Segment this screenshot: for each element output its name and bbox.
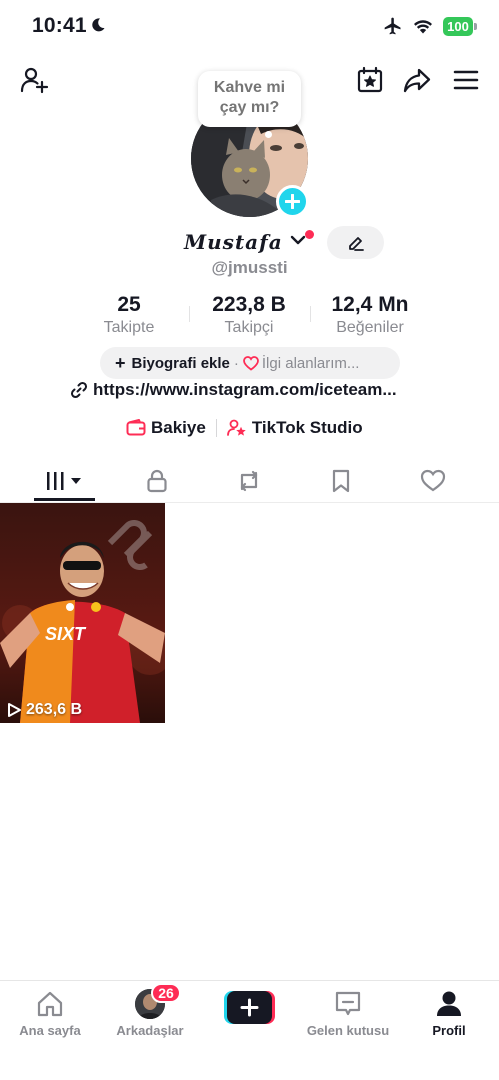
- airplane-icon: [384, 17, 401, 35]
- moon-icon: [92, 18, 105, 32]
- friends-badge: 26: [151, 983, 181, 1003]
- calendar-star-icon: [357, 66, 383, 93]
- status-time: 10:41: [32, 14, 87, 37]
- view-count: 263,6 B: [26, 701, 83, 718]
- play-outline-icon: [8, 703, 21, 717]
- add-avatar-button[interactable]: [276, 185, 309, 218]
- menu-button[interactable]: [450, 64, 482, 96]
- add-friend-icon: [20, 67, 49, 94]
- tab-videos[interactable]: [19, 459, 111, 503]
- video-thumbnail-image: SIXT: [0, 503, 165, 723]
- video-views: 263,6 B: [6, 701, 82, 719]
- tab-active-indicator: [34, 498, 95, 501]
- tiktok-studio-label: TikTok Studio: [251, 418, 363, 437]
- likes-label: Beğeniler: [336, 319, 404, 336]
- profile-link[interactable]: https://www.instagram.com/iceteam...: [70, 380, 397, 400]
- balance-button[interactable]: Bakiye: [126, 418, 206, 438]
- note-text: Kahve mi çay mı?: [213, 79, 286, 116]
- nav-home[interactable]: Ana sayfa: [0, 989, 100, 1038]
- repost-icon: [240, 470, 258, 492]
- display-name: Mustafa: [184, 230, 283, 254]
- chevron-down-icon: [290, 235, 306, 245]
- pencil-icon: [348, 236, 364, 251]
- bottom-nav: Ana sayfa Arkadaşlar 26 Gelen kutusu Pro…: [0, 980, 499, 1080]
- tab-private[interactable]: [111, 459, 203, 503]
- bio-pill[interactable]: + Biyografi ekle · İlgi alanlarım...: [100, 347, 400, 379]
- video-thumbnail[interactable]: SIXT 263,6 B: [0, 503, 165, 723]
- wallet-icon: [126, 419, 146, 436]
- username: @jmussti: [211, 258, 288, 277]
- stat-likes[interactable]: 12,4 Mn Beğeniler: [320, 292, 420, 338]
- nav-friends[interactable]: Arkadaşlar: [100, 989, 200, 1038]
- shortcut-divider: [215, 419, 217, 437]
- create-button[interactable]: [224, 991, 275, 1024]
- lock-icon: [147, 469, 167, 493]
- link-text: https://www.instagram.com/iceteam...: [93, 380, 397, 399]
- nav-friends-label: Arkadaşlar: [116, 1023, 184, 1038]
- tiktok-studio-button[interactable]: TikTok Studio: [226, 418, 363, 438]
- followers-count: 223,8 B: [212, 293, 286, 316]
- battery-icon: 100: [443, 16, 477, 36]
- followers-label: Takipçi: [224, 319, 274, 336]
- following-count: 25: [117, 293, 141, 316]
- tab-saved[interactable]: [295, 459, 387, 503]
- display-name-row[interactable]: Mustafa: [0, 228, 499, 260]
- following-label: Takipte: [103, 319, 155, 336]
- bubble-tail: [265, 131, 272, 138]
- nav-profile[interactable]: Profil: [399, 989, 499, 1038]
- profile-shortcuts: Bakiye TikTok Studio: [126, 418, 363, 438]
- stat-following[interactable]: 25 Takipte: [88, 292, 170, 338]
- link-icon: [70, 381, 88, 399]
- calendar-button[interactable]: [354, 64, 386, 96]
- stat-divider: [310, 306, 311, 322]
- videos-grid-icon: [47, 472, 81, 490]
- bookmark-icon: [332, 469, 350, 493]
- nav-inbox-label: Gelen kutusu: [306, 1023, 390, 1038]
- nav-profile-label: Profil: [432, 1023, 466, 1038]
- create-plus-icon: [224, 991, 275, 1024]
- profile-stats: 25 Takipte 223,8 B Takipçi 12,4 Mn Beğen…: [0, 292, 499, 342]
- add-bio-button[interactable]: Biyografi ekle: [132, 355, 230, 372]
- note-bubble[interactable]: Kahve mi çay mı?: [198, 71, 301, 127]
- heart-outline-icon: [242, 355, 259, 371]
- stat-followers[interactable]: 223,8 B Takipçi: [199, 292, 299, 338]
- interests-button[interactable]: İlgi alanlarım...: [262, 355, 360, 372]
- home-icon: [37, 991, 63, 1017]
- share-button[interactable]: [400, 63, 434, 97]
- add-friend-button[interactable]: [18, 64, 50, 96]
- plus-icon: +: [115, 352, 126, 373]
- edit-profile-button[interactable]: [327, 226, 384, 259]
- balance-label: Bakiye: [151, 418, 206, 437]
- nav-home-label: Ana sayfa: [19, 1023, 81, 1038]
- inbox-icon: [335, 991, 361, 1016]
- bio-separator: ·: [233, 354, 239, 372]
- menu-icon: [453, 70, 479, 90]
- heart-icon: [420, 469, 446, 492]
- likes-count: 12,4 Mn: [331, 293, 409, 316]
- nav-inbox[interactable]: Gelen kutusu: [298, 989, 398, 1038]
- tab-reposts[interactable]: [203, 459, 295, 503]
- profile-icon: [437, 991, 461, 1016]
- wifi-icon: [414, 20, 432, 34]
- notification-dot: [305, 230, 314, 239]
- status-bar: 10:41 100: [0, 0, 499, 54]
- profile-tabs: [0, 459, 499, 503]
- plus-icon: [285, 194, 300, 209]
- share-icon: [403, 68, 431, 93]
- battery-level: 100: [443, 16, 473, 36]
- stat-divider: [189, 306, 190, 322]
- creator-star-icon: [226, 419, 246, 436]
- svg-text:SIXT: SIXT: [45, 624, 87, 644]
- tab-liked[interactable]: [387, 459, 479, 503]
